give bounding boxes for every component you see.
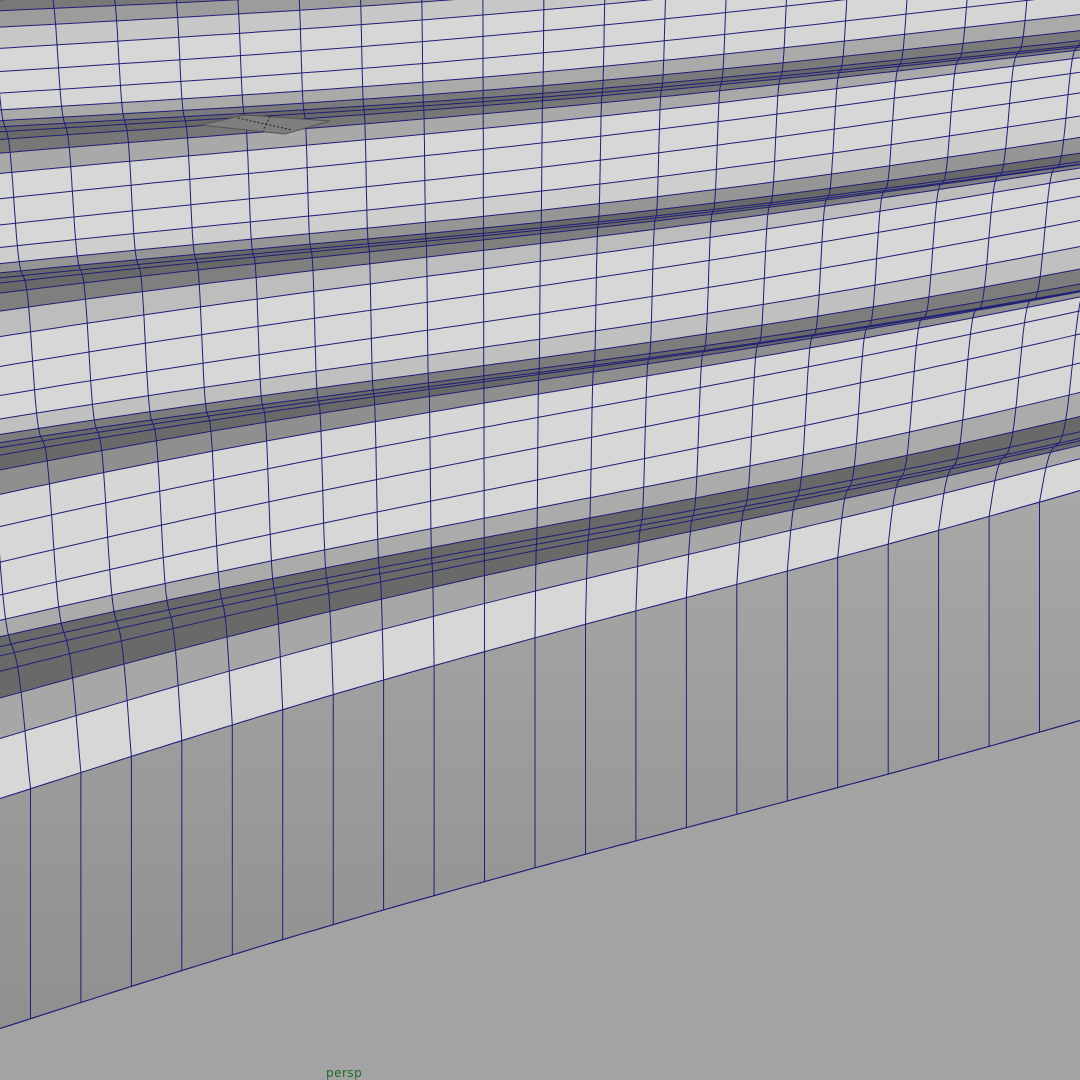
viewport-scene[interactable] xyxy=(0,0,1080,1080)
camera-name-label: persp xyxy=(326,1066,363,1080)
perspective-viewport[interactable]: persp xyxy=(0,0,1080,1080)
